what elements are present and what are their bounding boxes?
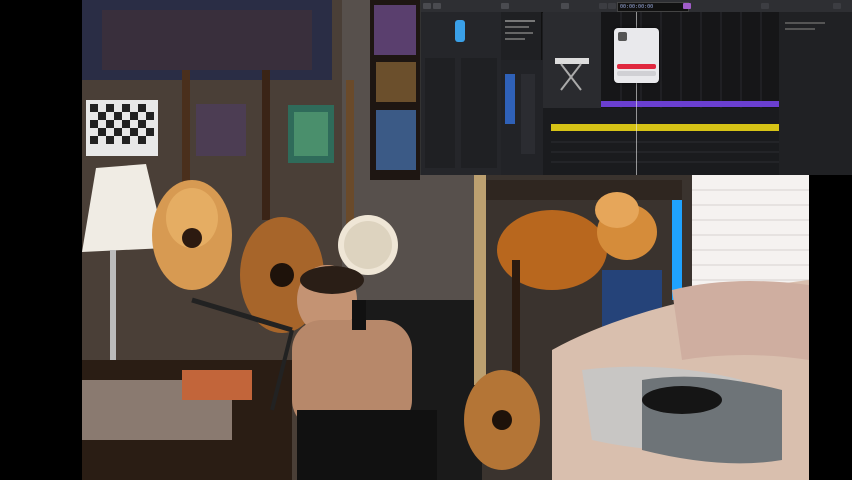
app-icon <box>618 32 627 41</box>
library-item[interactable] <box>505 32 533 34</box>
purple-region[interactable] <box>601 101 779 107</box>
play-icon[interactable] <box>608 3 616 9</box>
library-item[interactable] <box>505 26 529 28</box>
screen: 00:00:00:00 <box>0 0 852 480</box>
search-icon[interactable] <box>833 3 841 9</box>
rewind-icon[interactable] <box>599 3 607 9</box>
record-icon[interactable] <box>683 3 691 9</box>
inspector-icon[interactable] <box>501 3 509 9</box>
sidebar-row[interactable] <box>785 22 825 24</box>
yellow-region[interactable] <box>551 124 779 131</box>
editor-grid <box>551 141 779 163</box>
editor-icon[interactable] <box>561 3 569 9</box>
alert-cancel-button[interactable] <box>617 71 656 76</box>
fader[interactable] <box>521 74 535 154</box>
right-sidebar <box>779 12 852 175</box>
library-item[interactable] <box>505 20 535 22</box>
channel-strip-left <box>425 58 455 168</box>
transport-display: 00:00:00:00 <box>617 2 689 12</box>
metronome-icon[interactable] <box>761 3 769 9</box>
sidebar-toggle-icon[interactable] <box>423 3 431 9</box>
daw-window: 00:00:00:00 <box>420 0 852 175</box>
library-item[interactable] <box>505 38 525 40</box>
mixer-panel <box>501 60 544 175</box>
keyboard-stand-icon <box>555 58 589 91</box>
instrument-panel <box>543 12 602 108</box>
sidebar-row[interactable] <box>785 28 815 30</box>
transport-lcd: 00:00:00:00 <box>620 4 654 10</box>
level-meter <box>505 74 515 124</box>
library-icon[interactable] <box>433 3 441 9</box>
alert-dialog <box>614 28 659 83</box>
channel-strip-right <box>461 58 497 168</box>
instrument-icon <box>455 20 465 42</box>
inspector-panel <box>421 12 502 175</box>
alert-ok-button[interactable] <box>617 64 656 69</box>
